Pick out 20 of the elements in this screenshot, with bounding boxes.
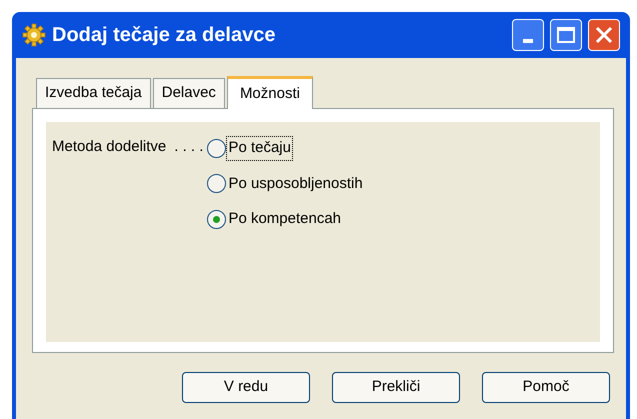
dialog-button[interactable]: Pomoč	[482, 372, 610, 403]
field-label: Metoda dodelitve	[52, 137, 166, 157]
tab[interactable]: Delavec	[152, 78, 225, 108]
radio-button[interactable]	[207, 174, 226, 194]
dialog-button[interactable]: Prekliči	[332, 372, 460, 403]
dialog-button[interactable]: V redu	[182, 372, 310, 403]
tab[interactable]: Izvedba tečaja	[36, 78, 151, 108]
tab[interactable]: Možnosti	[226, 76, 313, 109]
close-icon	[595, 26, 613, 44]
radio-button[interactable]	[207, 210, 226, 229]
radio-button[interactable]	[207, 138, 226, 158]
minimize-button[interactable]	[512, 19, 544, 51]
window-title: Dodaj tečaje za delavce	[52, 23, 276, 48]
maximize-button[interactable]	[550, 19, 582, 51]
radio-option[interactable]: Po usposobljenostih	[207, 172, 365, 196]
gear-icon	[22, 23, 46, 47]
radio-option[interactable]: Po kompetencah	[207, 207, 365, 232]
close-button[interactable]	[588, 19, 620, 51]
leader-dots: . . . .	[174, 137, 204, 157]
radio-option[interactable]: Po tečaju	[207, 136, 365, 160]
